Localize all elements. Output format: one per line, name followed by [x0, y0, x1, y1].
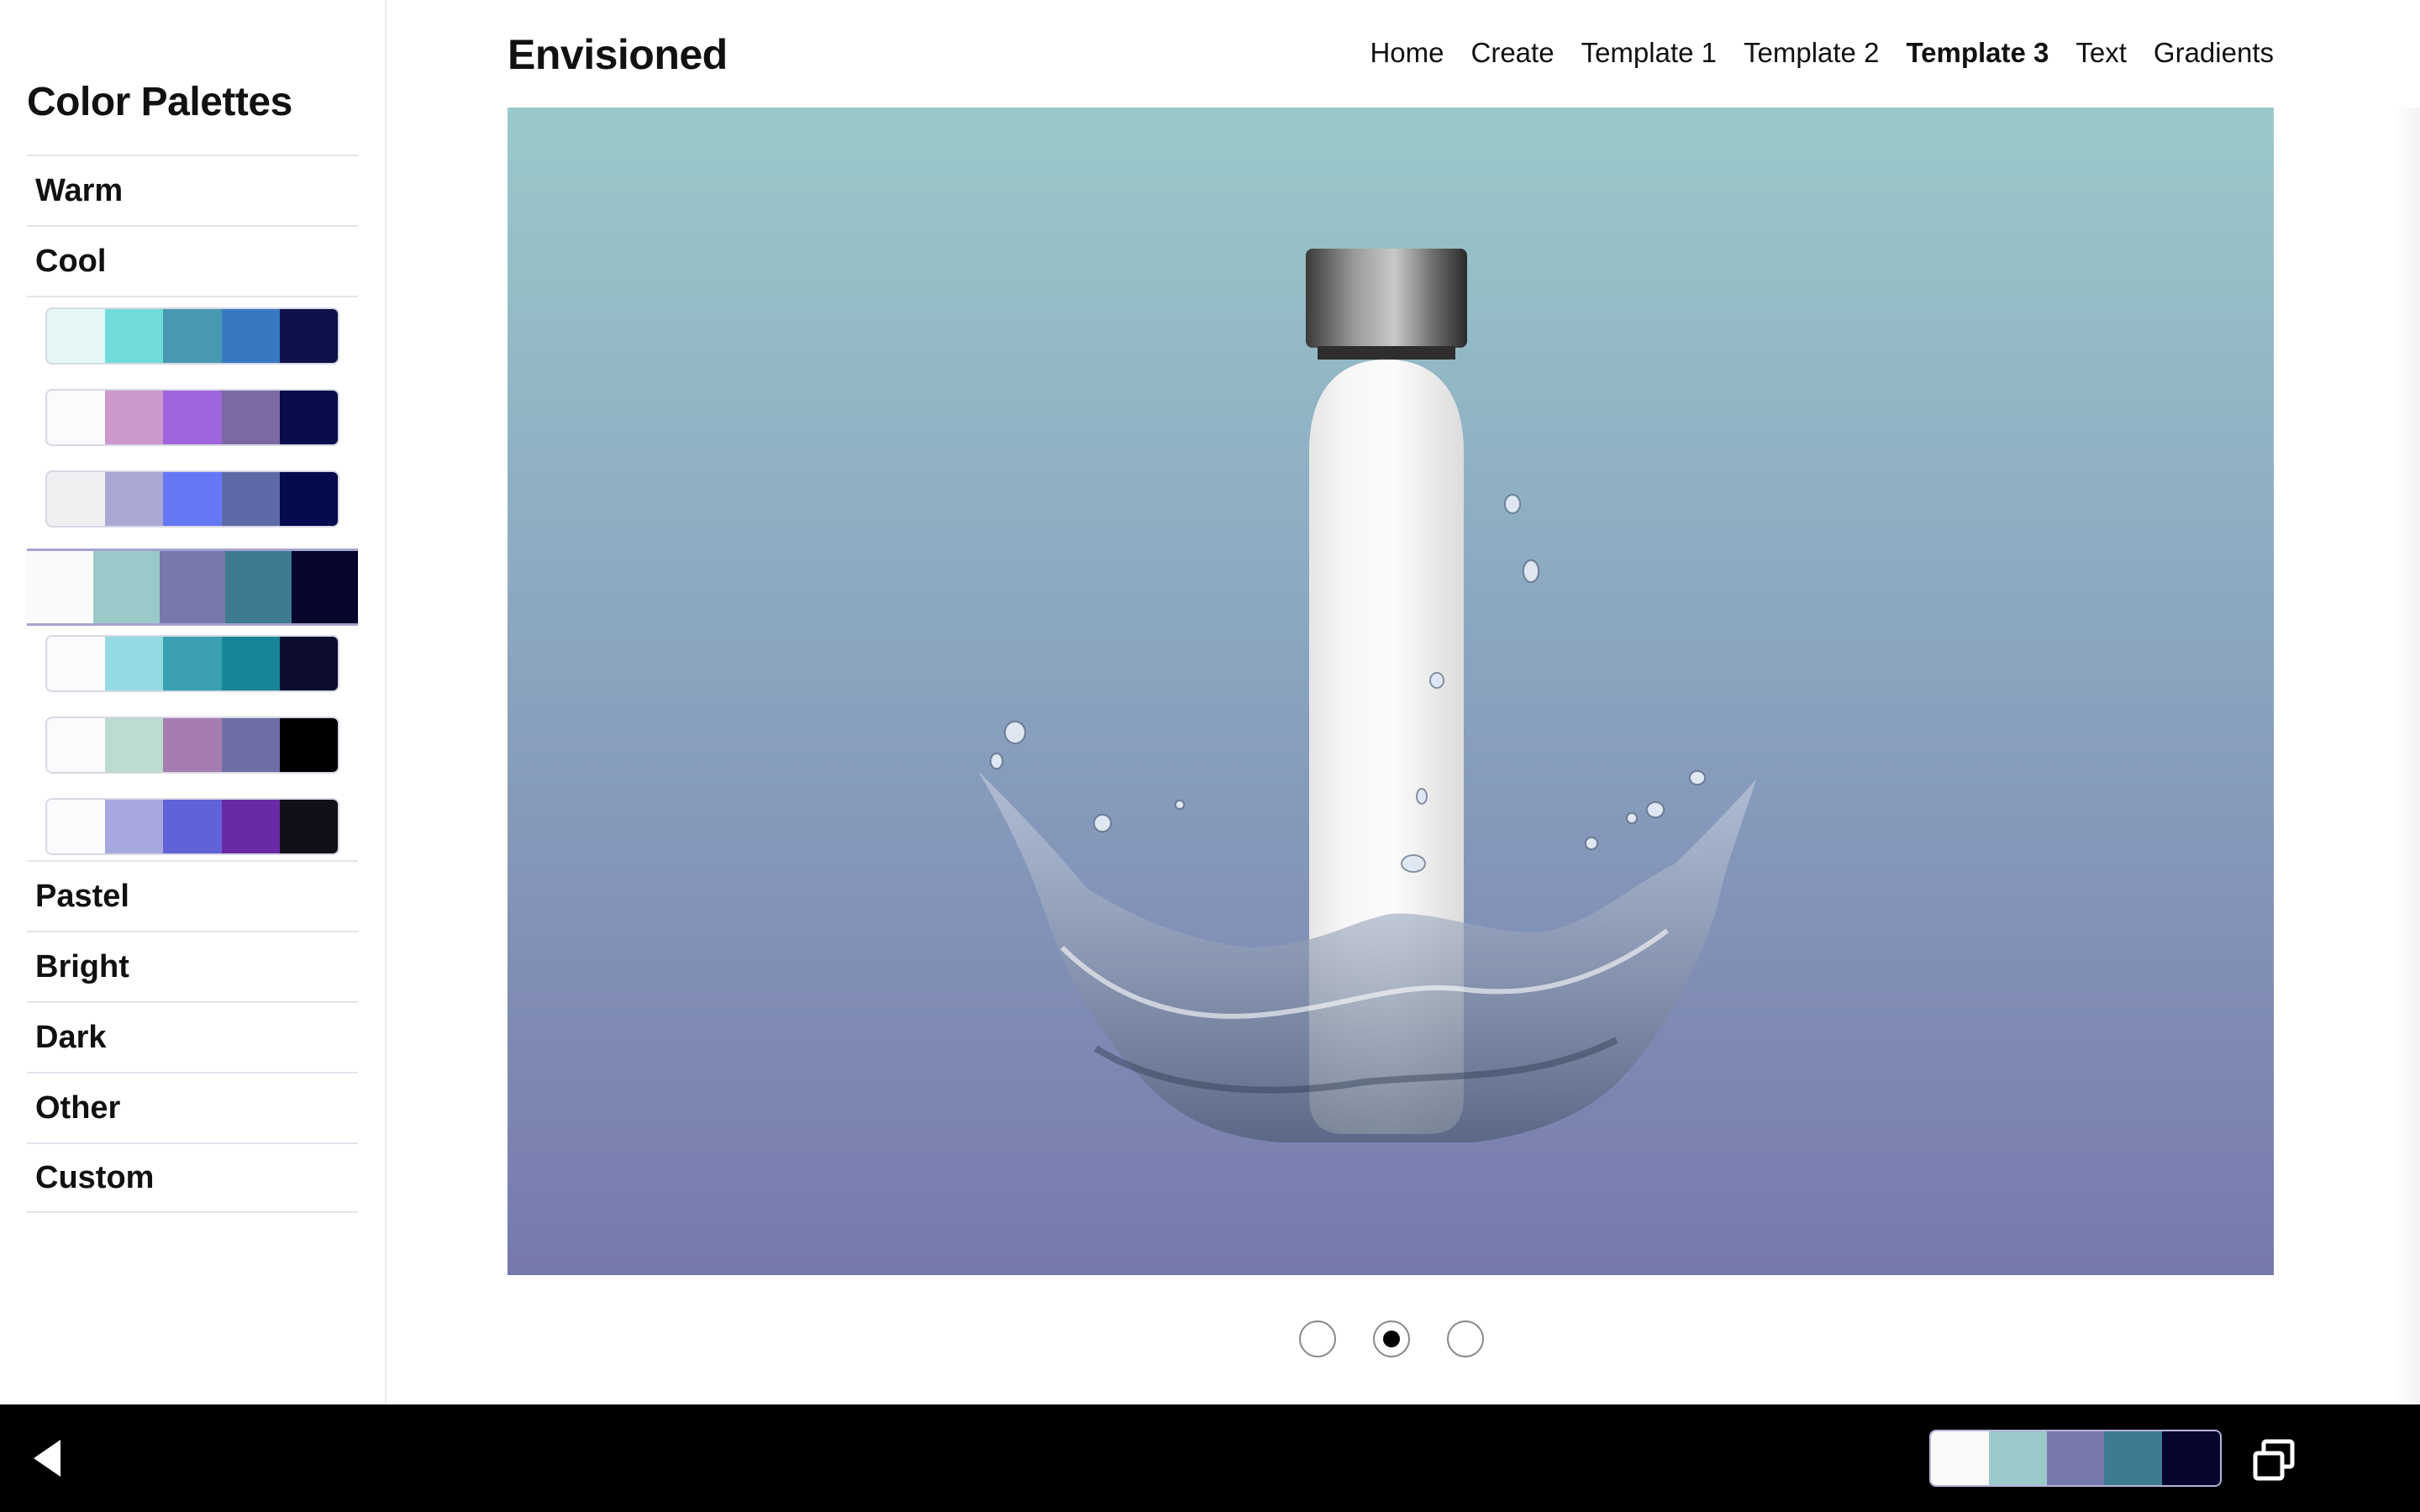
current-palette-preview[interactable]: [1929, 1430, 2222, 1487]
nav-text[interactable]: Text: [2075, 37, 2127, 69]
color-swatch: [163, 800, 222, 853]
color-swatch: [105, 800, 164, 853]
next-slide-peek: [2395, 108, 2420, 1404]
color-swatch: [221, 718, 280, 772]
color-swatch: [163, 718, 222, 772]
color-swatch: [163, 472, 222, 526]
color-swatch: [279, 472, 338, 526]
water-bottle-splash-image: [978, 249, 1756, 1142]
palette-row[interactable]: [45, 635, 339, 692]
color-swatch: [225, 551, 292, 623]
color-swatch: [2104, 1431, 2163, 1485]
color-swatch: [279, 718, 338, 772]
color-swatch: [279, 309, 338, 363]
color-swatch: [159, 551, 226, 623]
color-swatch: [105, 472, 164, 526]
carousel-indicators: [1299, 1320, 1484, 1357]
color-swatch: [47, 472, 106, 526]
nav-template-3[interactable]: Template 3: [1906, 37, 2049, 69]
palette-row-selected[interactable]: [27, 549, 358, 626]
palette-row[interactable]: [45, 470, 339, 528]
color-swatch: [47, 718, 106, 772]
color-swatch: [292, 551, 358, 623]
color-swatch: [163, 391, 222, 444]
color-swatch: [47, 800, 106, 853]
category-custom[interactable]: Custom: [27, 1142, 358, 1213]
color-swatch: [105, 718, 164, 772]
carousel-dot[interactable]: [1299, 1320, 1336, 1357]
carousel-dot[interactable]: [1447, 1320, 1484, 1357]
category-pastel[interactable]: Pastel: [27, 860, 358, 931]
color-swatch: [1931, 1431, 1989, 1485]
color-swatch: [27, 551, 93, 623]
category-other[interactable]: Other: [27, 1072, 358, 1142]
color-swatch: [279, 391, 338, 444]
color-swatch: [47, 637, 106, 690]
category-list: Warm Cool Pastel Bright Dark Other Custo…: [27, 155, 358, 1213]
nav-template-1[interactable]: Template 1: [1581, 37, 1717, 69]
category-bright[interactable]: Bright: [27, 931, 358, 1001]
color-swatch: [105, 391, 164, 444]
bottom-toolbar: [0, 1404, 2420, 1512]
hero-image: [508, 108, 2274, 1275]
nav-template-2[interactable]: Template 2: [1744, 37, 1879, 69]
nav-home[interactable]: Home: [1370, 37, 1444, 69]
category-cool[interactable]: Cool: [27, 225, 358, 296]
brand-logo[interactable]: Envisioned: [508, 30, 728, 79]
color-swatch: [221, 391, 280, 444]
sidebar: Color Palettes Warm Cool Pastel Bright D…: [0, 0, 387, 1404]
back-triangle-icon[interactable]: [30, 1438, 64, 1478]
color-swatch: [221, 800, 280, 853]
palette-row[interactable]: [45, 798, 339, 855]
color-swatch: [105, 637, 164, 690]
palette-row[interactable]: [45, 307, 339, 365]
window-switch-icon[interactable]: [2252, 1438, 2296, 1482]
nav-gradients[interactable]: Gradients: [2154, 37, 2274, 69]
cool-palette-list[interactable]: [27, 296, 358, 860]
color-swatch: [2046, 1431, 2105, 1485]
nav-create[interactable]: Create: [1471, 37, 1555, 69]
color-swatch: [47, 391, 106, 444]
category-dark[interactable]: Dark: [27, 1001, 358, 1072]
color-swatch: [279, 800, 338, 853]
top-nav: Home Create Template 1 Template 2 Templa…: [1370, 37, 2274, 69]
color-swatch: [2162, 1431, 2220, 1485]
palette-row[interactable]: [45, 389, 339, 446]
color-swatch: [279, 637, 338, 690]
color-swatch: [163, 309, 222, 363]
color-swatch: [221, 637, 280, 690]
color-swatch: [105, 309, 164, 363]
color-swatch: [92, 551, 160, 623]
sidebar-title: Color Palettes: [27, 80, 292, 124]
color-swatch: [221, 472, 280, 526]
category-warm[interactable]: Warm: [27, 155, 358, 225]
color-swatch: [47, 309, 106, 363]
color-swatch: [163, 637, 222, 690]
color-swatch: [1988, 1431, 2047, 1485]
carousel-dot[interactable]: [1373, 1320, 1410, 1357]
color-swatch: [221, 309, 280, 363]
palette-row[interactable]: [45, 717, 339, 774]
